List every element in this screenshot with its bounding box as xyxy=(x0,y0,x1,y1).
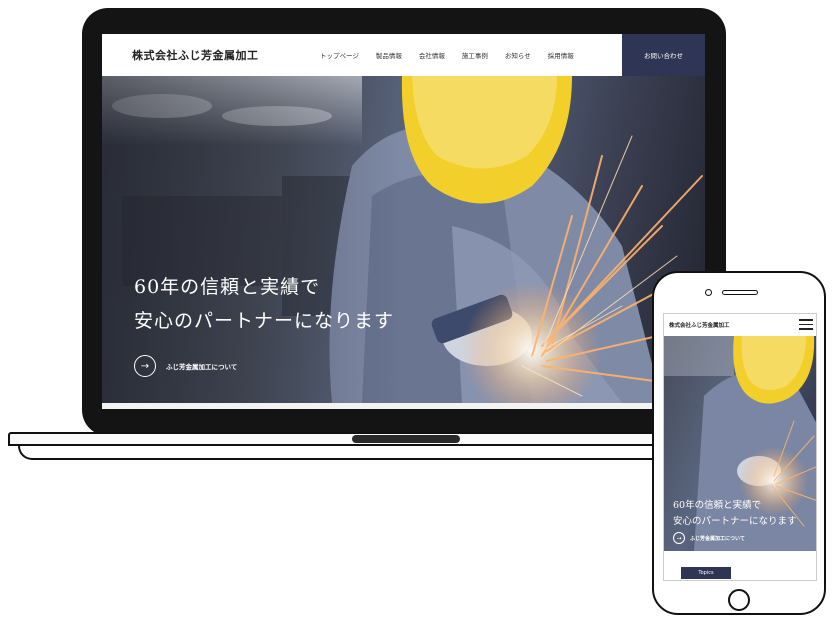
about-link[interactable]: → ふじ芳金属加工について xyxy=(134,355,237,377)
nav-recruit[interactable]: 採用情報 xyxy=(548,50,574,60)
mobile-about-link[interactable]: → ふじ芳金属加工について xyxy=(673,532,745,544)
mobile-header: 株式会社ふじ芳金属加工 xyxy=(664,314,816,336)
mobile-hero-headline-line1: 60年の信頼と実績で xyxy=(673,500,762,511)
site-logo[interactable]: 株式会社ふじ芳金属加工 xyxy=(132,47,259,63)
hero-image: 60年の信頼と実績で 安心のパートナーになります → ふじ芳金属加工について xyxy=(102,76,705,403)
about-link-label[interactable]: ふじ芳金属加工について xyxy=(166,361,237,371)
contact-button[interactable]: お問い合わせ xyxy=(622,34,705,76)
main-nav: トップページ 製品情報 会社情報 施工事例 お知らせ 採用情報 xyxy=(320,34,591,76)
mobile-logo[interactable]: 株式会社ふじ芳金属加工 xyxy=(669,321,730,329)
hero-headline-line1: 60年の信頼と実績で xyxy=(134,276,321,298)
nav-works[interactable]: 施工事例 xyxy=(462,50,488,60)
laptop-notch xyxy=(352,435,460,443)
nav-top[interactable]: トップページ xyxy=(320,50,359,60)
hero-photo xyxy=(102,76,705,403)
arrow-right-icon[interactable]: → xyxy=(673,532,685,544)
home-button xyxy=(728,589,750,611)
phone-frame: 株式会社ふじ芳金属加工 60年の信頼と実績で 安心のパートナーになります → ふ… xyxy=(652,271,826,615)
camera-icon xyxy=(705,289,712,296)
nav-company[interactable]: 会社情報 xyxy=(419,50,445,60)
nav-products[interactable]: 製品情報 xyxy=(376,50,402,60)
desktop-site: 株式会社ふじ芳金属加工 トップページ 製品情報 会社情報 施工事例 お知らせ 採… xyxy=(102,34,705,409)
menu-icon[interactable] xyxy=(799,319,813,330)
nav-news[interactable]: お知らせ xyxy=(505,50,531,60)
arrow-right-icon[interactable]: → xyxy=(134,355,156,377)
mobile-hero-headline-line2: 安心のパートナーになります xyxy=(673,516,797,527)
hero-headline-line2: 安心のパートナーになります xyxy=(134,310,395,332)
speaker-icon xyxy=(722,290,758,295)
mobile-site: 株式会社ふじ芳金属加工 60年の信頼と実績で 安心のパートナーになります → ふ… xyxy=(663,313,817,581)
next-section-edge xyxy=(102,403,705,409)
site-header: 株式会社ふじ芳金属加工 トップページ 製品情報 会社情報 施工事例 お知らせ 採… xyxy=(102,34,705,76)
mobile-about-link-label[interactable]: ふじ芳金属加工について xyxy=(690,535,745,542)
mobile-hero-image: 60年の信頼と実績で 安心のパートナーになります → ふじ芳金属加工について xyxy=(664,336,816,551)
topics-tab[interactable]: Topics xyxy=(681,567,731,579)
